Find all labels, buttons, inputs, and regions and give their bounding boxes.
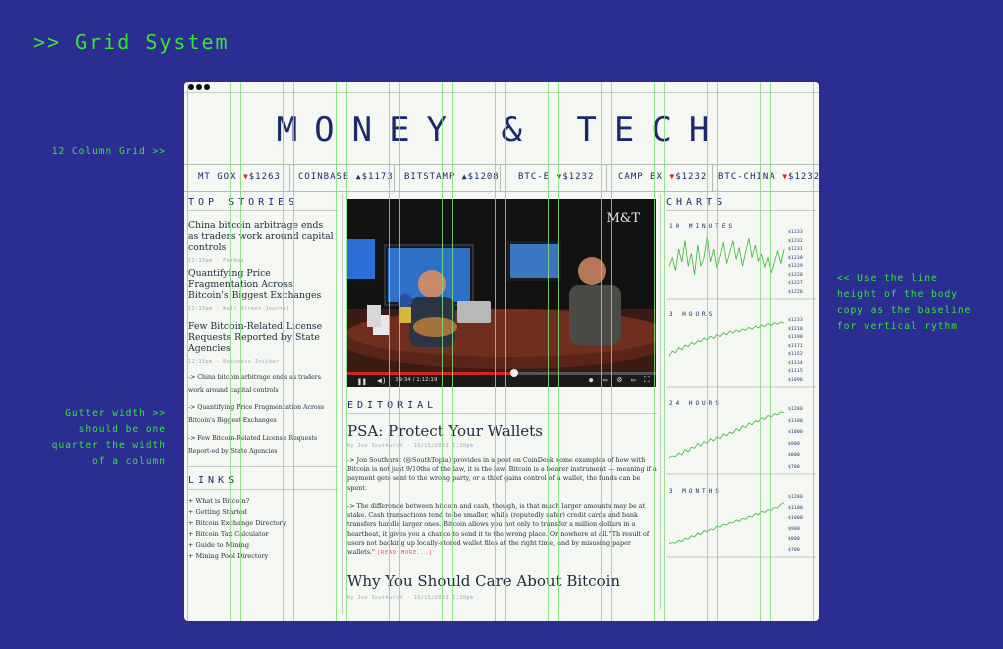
chart-tick-label: $900 bbox=[788, 526, 801, 532]
chart-tick-label: $1226 bbox=[788, 290, 804, 295]
chart-tick-label: $1232 bbox=[788, 238, 804, 244]
annotation-baseline-line: << Use the line bbox=[837, 273, 938, 284]
page-heading: >> Grid System bbox=[33, 30, 230, 54]
chart-tick-label: $700 bbox=[788, 465, 801, 470]
annotation-baseline-line: copy as the baseline bbox=[837, 305, 972, 316]
chart-tick-label: $1233 bbox=[788, 230, 804, 235]
chart-tick-label: $1115 bbox=[788, 369, 804, 375]
annotation-gutter-line: of a column bbox=[92, 456, 166, 467]
chart-tick-label: $1200 bbox=[788, 407, 804, 412]
chart-tick-label: $1100 bbox=[788, 418, 804, 424]
annotation-baseline-line: for vertical rythm bbox=[837, 321, 958, 332]
annotation-gutter: Gutter width >> should be one quarter th… bbox=[20, 406, 166, 470]
chart-tick-label: $800 bbox=[788, 537, 801, 543]
chart-tick-label: $1152 bbox=[788, 352, 804, 358]
annotation-gutter-line: quarter the width bbox=[51, 440, 166, 451]
chart-tick-label: $1230 bbox=[788, 255, 804, 261]
chart-tick-label: $1229 bbox=[788, 264, 804, 270]
chart-series-line bbox=[668, 411, 785, 459]
chart-tick-label: $1096 bbox=[788, 378, 804, 383]
chart-series-line bbox=[668, 321, 785, 357]
price-charts bbox=[666, 236, 816, 558]
chart-tick-label: $900 bbox=[788, 441, 801, 447]
chart-tick-label: $1000 bbox=[788, 430, 804, 436]
chart-tick-label: $1134 bbox=[788, 360, 804, 366]
chart-tick-label: $1000 bbox=[788, 516, 804, 522]
chart-series-line bbox=[668, 236, 785, 275]
chart-tick-label: $1100 bbox=[788, 505, 804, 511]
annotation-column-grid: 12 Column Grid >> bbox=[51, 146, 166, 157]
chart-tick-label: $1231 bbox=[788, 247, 804, 253]
chart-tick-label: $1190 bbox=[788, 335, 804, 341]
chart-tick-label: $1227 bbox=[788, 281, 804, 287]
annotation-baseline: << Use the line height of the body copy … bbox=[837, 271, 997, 335]
annotation-gutter-line: should be one bbox=[78, 424, 166, 435]
chart-tick-label: $800 bbox=[788, 453, 801, 459]
chart-tick-label: $1171 bbox=[788, 343, 804, 349]
chart-tick-label: $1228 bbox=[788, 272, 804, 278]
chart-tick-label: $1210 bbox=[788, 326, 804, 332]
annotation-baseline-line: height of the body bbox=[837, 289, 958, 300]
chart-tick-label: $1200 bbox=[788, 495, 804, 500]
browser-window: MONEY & TECH MT GOX ▼$1263 COINBASE ▲$11… bbox=[184, 82, 819, 621]
chart-tick-label: $700 bbox=[788, 548, 801, 553]
annotation-gutter-line: Gutter width >> bbox=[65, 408, 166, 419]
chart-tick-label: $1233 bbox=[788, 318, 804, 323]
chart-series-line bbox=[668, 502, 785, 544]
